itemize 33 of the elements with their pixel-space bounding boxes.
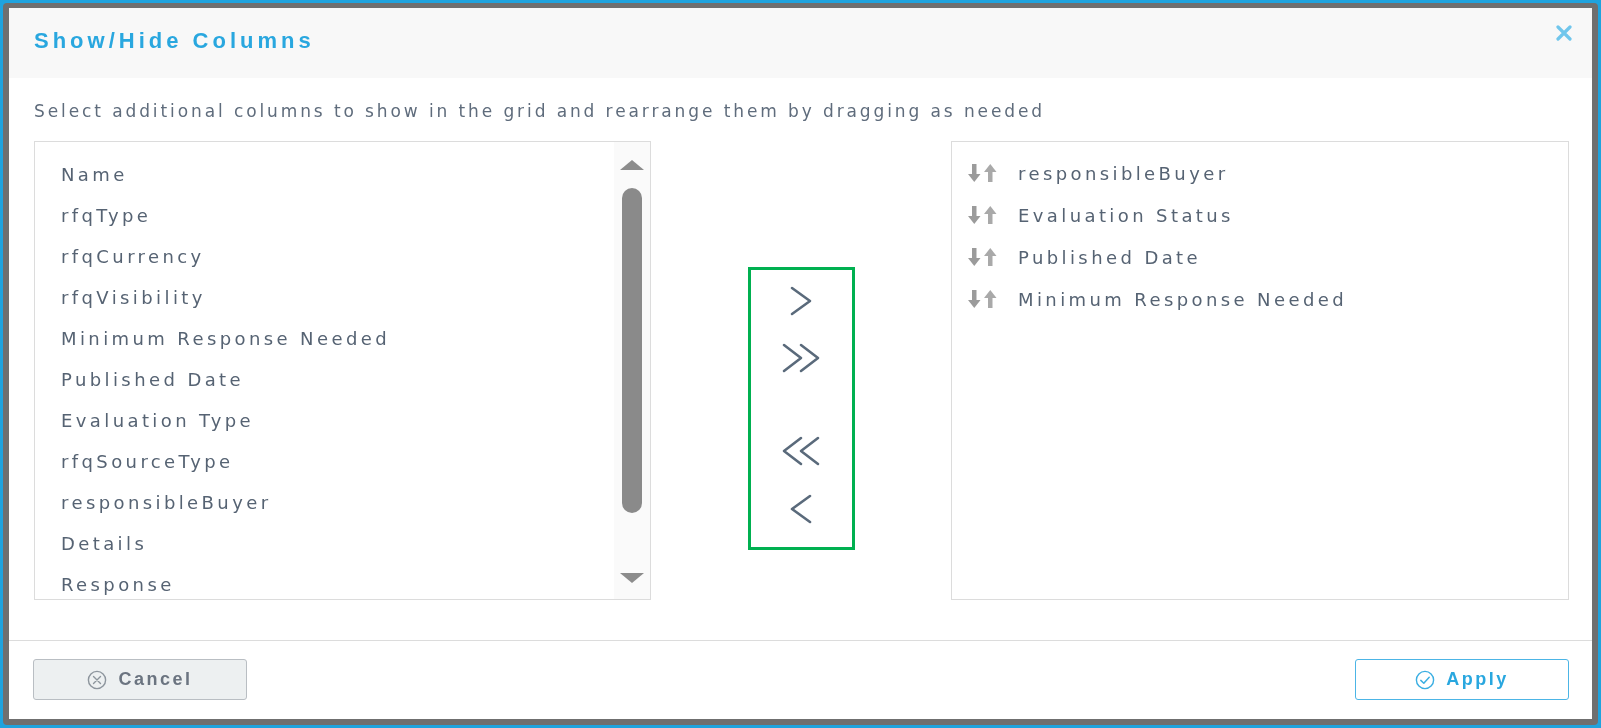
scrollbar-thumb[interactable] [622,188,642,513]
column-option[interactable]: rfqSourceType [61,441,614,482]
selected-column-item[interactable]: Minimum Response Needed [1018,285,1348,313]
column-option[interactable]: Minimum Response Needed [61,318,614,359]
column-option[interactable]: rfqCurrency [61,236,614,277]
selected-column-item[interactable]: Published Date [1018,243,1201,271]
column-option[interactable]: Response [61,564,614,599]
scroll-down-button[interactable] [620,573,644,583]
chevron-right-icon [789,285,813,317]
double-chevron-left-icon [781,435,821,467]
column-option[interactable]: Details [61,523,614,564]
column-option[interactable]: rfqType [61,195,614,236]
column-option[interactable]: Name [61,154,614,195]
sort-arrows-icon[interactable] [968,164,998,182]
chevron-left-icon [789,493,813,525]
scroll-up-button[interactable] [620,160,644,170]
sort-arrows-icon[interactable] [968,290,998,308]
dialog-title: Show/Hide Columns [34,27,315,55]
close-icon [1556,25,1572,41]
column-option[interactable]: responsibleBuyer [61,482,614,523]
close-button[interactable] [1556,25,1572,41]
sort-arrows-icon[interactable] [968,248,998,266]
instruction-text: Select additional columns to show in the grid and rearrange them by dragging as needed [34,100,1047,123]
selected-column-item[interactable]: responsibleBuyer [1018,159,1229,187]
column-option[interactable]: Published Date [61,359,614,400]
sort-arrows-icon[interactable] [968,206,998,224]
cancel-button[interactable]: Cancel [33,659,247,700]
double-chevron-right-icon [781,342,821,374]
selected-column-item[interactable]: Evaluation Status [1018,201,1234,229]
column-option[interactable]: rfqVisibility [61,277,614,318]
circled-check-icon [1415,669,1436,690]
column-option[interactable]: Evaluation Type [61,400,614,441]
circled-x-icon [87,669,108,690]
